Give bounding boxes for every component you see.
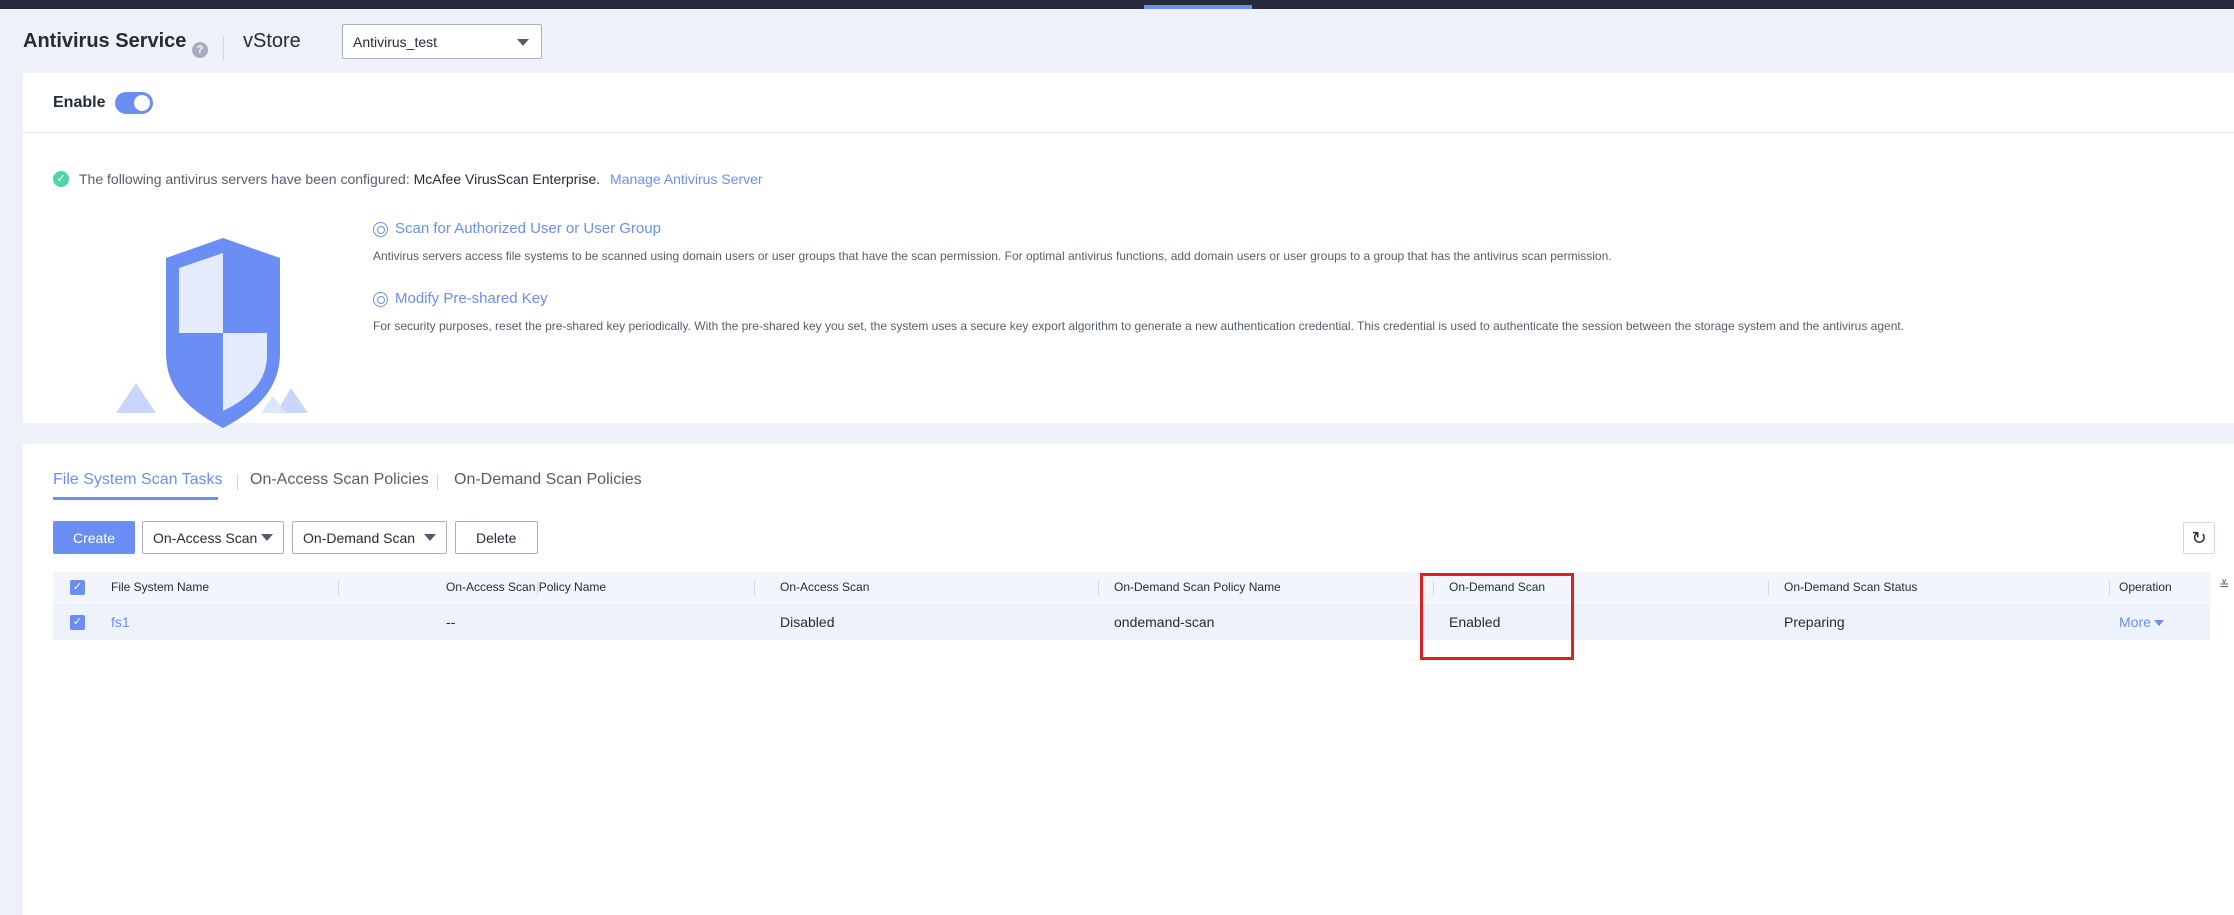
vstore-select[interactable]: Antivirus_test <box>342 24 542 59</box>
column-separator <box>1768 581 1769 595</box>
antivirus-config-panel: Enable ✓ The following antivirus servers… <box>23 73 2234 428</box>
create-button[interactable]: Create <box>53 521 135 554</box>
tab-file-system-scan-tasks[interactable]: File System Scan Tasks <box>53 471 223 489</box>
vstore-select-value: Antivirus_test <box>353 34 438 50</box>
column-header-on-demand-scan: On-Demand Scan <box>1449 580 1546 594</box>
server-info-prefix: The following antivirus servers have bee… <box>79 171 410 187</box>
target-icon <box>373 222 388 237</box>
create-button-label: Create <box>73 530 116 546</box>
column-header-on-access-policy: On-Access Scan Policy Name <box>446 580 607 594</box>
cell-on-access-scan: Disabled <box>780 614 835 630</box>
question-circle-icon[interactable]: ? <box>192 42 208 58</box>
vstore-label: vStore <box>243 30 301 52</box>
target-icon <box>373 292 388 307</box>
chevron-down-icon <box>2153 620 2164 627</box>
column-header-on-demand-policy: On-Demand Scan Policy Name <box>1114 580 1281 594</box>
on-access-scan-dropdown-label: On-Access Scan <box>153 530 258 546</box>
enable-toggle[interactable] <box>115 92 153 114</box>
table-row[interactable]: ✓ fs1 -- Disabled ondemand-scan Enabled … <box>53 604 2210 640</box>
tab-on-demand-scan-policies[interactable]: On-Demand Scan Policies <box>454 471 642 489</box>
column-separator <box>537 581 538 595</box>
chevron-down-icon <box>424 534 436 541</box>
scan-tasks-panel: File System Scan Tasks On-Access Scan Po… <box>23 444 2234 915</box>
chevron-down-icon <box>261 534 273 541</box>
top-navigation-bar <box>0 0 2234 9</box>
row-checkbox[interactable]: ✓ <box>70 615 85 630</box>
on-demand-scan-dropdown-label: On-Demand Scan <box>303 530 416 546</box>
page-title: Antivirus Service <box>23 30 187 52</box>
tab-separator <box>237 474 238 490</box>
tab-on-access-scan-policies[interactable]: On-Access Scan Policies <box>250 471 429 489</box>
active-tab-underline <box>53 497 218 500</box>
tab-separator <box>437 474 438 490</box>
column-separator <box>338 581 339 595</box>
column-header-on-access-scan: On-Access Scan <box>780 580 870 594</box>
column-settings-icon[interactable]: ≚ <box>2219 578 2229 592</box>
divider <box>23 132 2234 133</box>
file-system-name-link[interactable]: fs1 <box>111 614 130 630</box>
column-separator <box>1098 581 1099 595</box>
page-header: Antivirus Service ? vStore Antivirus_tes… <box>0 9 2234 73</box>
refresh-icon[interactable]: ↻ <box>2183 522 2215 554</box>
hint-desc-authorized-user: Antivirus servers access file systems to… <box>373 249 1612 263</box>
column-header-status: On-Demand Scan Status <box>1784 580 1918 594</box>
column-header-file-system-name: File System Name <box>111 580 210 594</box>
shield-illustration <box>111 233 321 453</box>
delete-button[interactable]: Delete <box>455 521 538 554</box>
chevron-down-icon <box>517 39 529 46</box>
column-separator <box>2109 581 2110 595</box>
cell-status: Preparing <box>1784 614 1845 630</box>
server-info-line: The following antivirus servers have bee… <box>79 171 763 187</box>
cell-on-demand-policy: ondemand-scan <box>1114 614 1215 630</box>
enable-label: Enable <box>53 94 106 111</box>
column-separator <box>754 581 755 595</box>
more-menu-label: More <box>2119 614 2151 630</box>
table-header: ✓ File System Name On-Access Scan Policy… <box>53 572 2229 603</box>
on-access-scan-dropdown[interactable]: On-Access Scan <box>142 521 284 554</box>
delete-button-label: Delete <box>476 530 517 546</box>
server-name: McAfee VirusScan Enterprise. <box>413 171 601 187</box>
cell-on-access-policy: -- <box>446 614 456 630</box>
on-demand-scan-dropdown[interactable]: On-Demand Scan <box>292 521 447 554</box>
manage-antivirus-server-link[interactable]: Manage Antivirus Server <box>610 171 763 187</box>
select-all-checkbox[interactable]: ✓ <box>70 580 85 595</box>
cell-on-demand-scan: Enabled <box>1449 614 1501 630</box>
shield-icon <box>116 238 308 428</box>
more-menu[interactable]: More <box>2119 614 2164 630</box>
check-circle-icon: ✓ <box>53 171 69 187</box>
column-header-operation: Operation <box>2119 580 2172 594</box>
hint-title-authorized-user[interactable]: Scan for Authorized User or User Group <box>395 220 661 237</box>
hint-title-preshared-key[interactable]: Modify Pre-shared Key <box>395 290 548 307</box>
title-divider <box>223 36 224 61</box>
hint-desc-preshared-key: For security purposes, reset the pre-sha… <box>373 319 1905 333</box>
column-separator <box>1433 581 1434 595</box>
